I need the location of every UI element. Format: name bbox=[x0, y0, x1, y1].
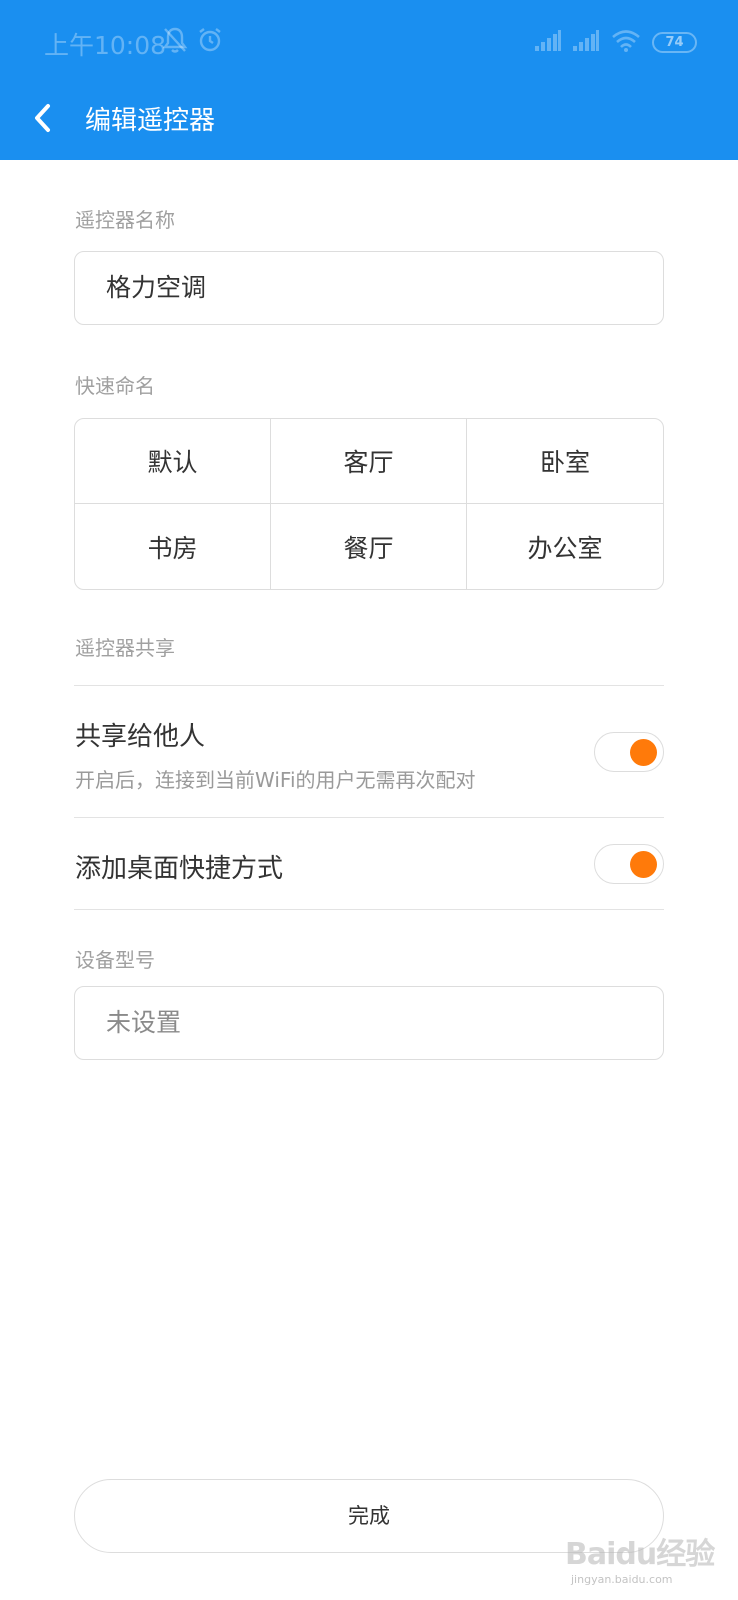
divider bbox=[74, 909, 664, 910]
chevron-left-icon bbox=[35, 104, 50, 132]
quick-naming-label: 快速命名 bbox=[75, 374, 155, 398]
signal-icon bbox=[572, 30, 600, 52]
share-title: 共享给他人 bbox=[75, 722, 206, 752]
shortcut-toggle[interactable] bbox=[594, 844, 664, 884]
status-time: 上午10:08 bbox=[44, 31, 167, 60]
alarm-icon bbox=[197, 26, 223, 54]
quick-name-option[interactable]: 卧室 bbox=[467, 419, 663, 504]
page-title: 编辑遥控器 bbox=[85, 106, 216, 136]
divider bbox=[74, 685, 664, 686]
divider bbox=[74, 817, 664, 818]
quick-name-option[interactable]: 默认 bbox=[75, 419, 271, 504]
quick-name-option[interactable]: 办公室 bbox=[467, 504, 663, 589]
quick-naming-grid: 默认 客厅 卧室 书房 餐厅 办公室 bbox=[74, 418, 664, 590]
back-button[interactable] bbox=[26, 98, 62, 138]
signal-icon bbox=[534, 30, 562, 52]
sharing-label: 遥控器共享 bbox=[75, 636, 175, 660]
device-model-input[interactable]: 未设置 bbox=[74, 986, 664, 1060]
wifi-icon bbox=[611, 29, 641, 53]
share-description: 开启后，连接到当前WiFi的用户无需再次配对 bbox=[75, 768, 476, 792]
status-bar: 上午10:08 74 bbox=[0, 0, 738, 84]
mute-bell-icon bbox=[162, 26, 188, 54]
quick-name-option[interactable]: 书房 bbox=[75, 504, 271, 589]
watermark-url: jingyan.baidu.com bbox=[571, 1573, 673, 1586]
battery-icon: 74 bbox=[652, 32, 697, 53]
quick-name-option[interactable]: 客厅 bbox=[271, 419, 467, 504]
quick-name-option[interactable]: 餐厅 bbox=[271, 504, 467, 589]
shortcut-title: 添加桌面快捷方式 bbox=[75, 854, 284, 884]
watermark-logo: Baidu经验 bbox=[565, 1537, 715, 1572]
device-model-label: 设备型号 bbox=[75, 948, 155, 972]
toggle-knob bbox=[630, 739, 657, 766]
remote-name-label: 遥控器名称 bbox=[75, 208, 175, 232]
app-header: 上午10:08 74 编辑遥控器 bbox=[0, 0, 738, 160]
toggle-knob bbox=[630, 851, 657, 878]
baidu-jingyan-watermark: Baidu经验 jingyan.baidu.com bbox=[565, 1525, 730, 1595]
remote-name-input[interactable]: 格力空调 bbox=[74, 251, 664, 325]
share-toggle[interactable] bbox=[594, 732, 664, 772]
